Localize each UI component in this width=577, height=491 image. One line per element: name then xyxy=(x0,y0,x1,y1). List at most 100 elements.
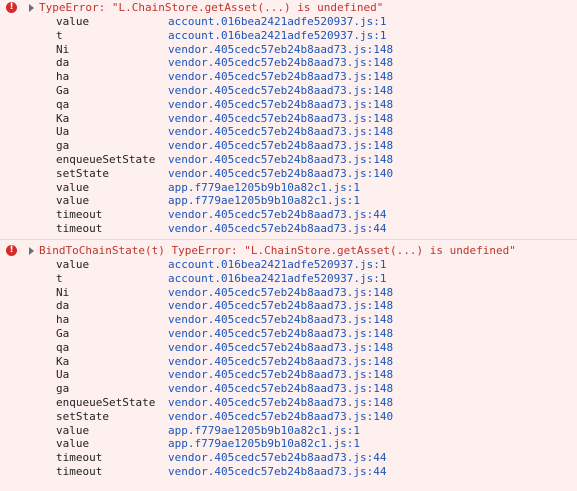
stack-frame: da vendor.405cedc57eb24b8aad73.js:148 xyxy=(0,56,577,70)
stack-frame: Ua vendor.405cedc57eb24b8aad73.js:148 xyxy=(0,368,577,382)
frame-function: ga xyxy=(56,382,70,396)
stack-frame: timeout vendor.405cedc57eb24b8aad73.js:44 xyxy=(0,465,577,479)
frame-source-link[interactable]: vendor.405cedc57eb24b8aad73.js:148 xyxy=(168,125,393,139)
frame-function: setState xyxy=(56,166,109,180)
frame-function: timeout xyxy=(56,221,103,235)
triangle-right-icon[interactable] xyxy=(29,247,34,255)
frame-function: timeout xyxy=(56,464,103,478)
frame-function: t xyxy=(56,28,63,42)
stack-frame: qa vendor.405cedc57eb24b8aad73.js:148 xyxy=(0,341,577,355)
stack-trace: value account.016bea2421adfe520937.js:1 t… xyxy=(0,15,577,236)
frame-function: value xyxy=(56,437,90,451)
frame-source-link[interactable]: vendor.405cedc57eb24b8aad73.js:148 xyxy=(168,70,393,84)
frame-source-link[interactable]: account.016bea2421adfe520937.js:1 xyxy=(168,15,387,29)
frame-source-link[interactable]: vendor.405cedc57eb24b8aad73.js:148 xyxy=(168,368,393,382)
frame-source-link[interactable]: account.016bea2421adfe520937.js:1 xyxy=(168,29,387,43)
stack-frame: value app.f779ae1205b9b10a82c1.js:1 xyxy=(0,194,577,208)
frame-function: enqueueSetState xyxy=(56,152,156,166)
stack-frame: setState vendor.405cedc57eb24b8aad73.js:1… xyxy=(0,410,577,424)
frame-source-link[interactable]: vendor.405cedc57eb24b8aad73.js:148 xyxy=(168,355,393,369)
error-header[interactable]: ! BindToChainState(t) TypeError: "L.Chai… xyxy=(0,244,577,258)
frame-source-link[interactable]: vendor.405cedc57eb24b8aad73.js:148 xyxy=(168,327,393,341)
frame-source-link[interactable]: vendor.405cedc57eb24b8aad73.js:148 xyxy=(168,299,393,313)
frame-function: Ga xyxy=(56,326,70,340)
stack-frame: timeout vendor.405cedc57eb24b8aad73.js:44 xyxy=(0,222,577,236)
frame-source-link[interactable]: vendor.405cedc57eb24b8aad73.js:44 xyxy=(168,208,387,222)
stack-frame: ga vendor.405cedc57eb24b8aad73.js:148 xyxy=(0,382,577,396)
frame-function: value xyxy=(56,15,90,28)
stack-frame: setState vendor.405cedc57eb24b8aad73.js:1… xyxy=(0,167,577,181)
console-panel: ! TypeError: "L.ChainStore.getAsset(...)… xyxy=(0,0,577,491)
frame-source-link[interactable]: vendor.405cedc57eb24b8aad73.js:148 xyxy=(168,396,393,410)
stack-frame: enqueueSetState vendor.405cedc57eb24b8aad… xyxy=(0,396,577,410)
frame-source-link[interactable]: app.f779ae1205b9b10a82c1.js:1 xyxy=(168,181,360,195)
frame-function: ga xyxy=(56,139,70,153)
frame-source-link[interactable]: vendor.405cedc57eb24b8aad73.js:44 xyxy=(168,465,387,479)
stack-frame: Ga vendor.405cedc57eb24b8aad73.js:148 xyxy=(0,327,577,341)
stack-frame: ha vendor.405cedc57eb24b8aad73.js:148 xyxy=(0,70,577,84)
frame-source-link[interactable]: vendor.405cedc57eb24b8aad73.js:148 xyxy=(168,341,393,355)
frame-source-link[interactable]: vendor.405cedc57eb24b8aad73.js:148 xyxy=(168,286,393,300)
stack-frame: Ka vendor.405cedc57eb24b8aad73.js:148 xyxy=(0,112,577,126)
frame-function: Ni xyxy=(56,42,70,56)
stack-frame: value account.016bea2421adfe520937.js:1 xyxy=(0,15,577,29)
frame-function: value xyxy=(56,423,90,437)
frame-source-link[interactable]: app.f779ae1205b9b10a82c1.js:1 xyxy=(168,194,360,208)
frame-function: Ua xyxy=(56,125,70,139)
stack-frame: Ni vendor.405cedc57eb24b8aad73.js:148 xyxy=(0,43,577,57)
stack-frame: Ni vendor.405cedc57eb24b8aad73.js:148 xyxy=(0,286,577,300)
frame-source-link[interactable]: account.016bea2421adfe520937.js:1 xyxy=(168,258,387,272)
frame-function: Ga xyxy=(56,83,70,97)
frame-source-link[interactable]: vendor.405cedc57eb24b8aad73.js:148 xyxy=(168,43,393,57)
frame-source-link[interactable]: app.f779ae1205b9b10a82c1.js:1 xyxy=(168,437,360,451)
frame-source-link[interactable]: vendor.405cedc57eb24b8aad73.js:148 xyxy=(168,56,393,70)
error-circle-icon: ! xyxy=(6,245,17,256)
frame-source-link[interactable]: account.016bea2421adfe520937.js:1 xyxy=(168,272,387,286)
stack-frame: ha vendor.405cedc57eb24b8aad73.js:148 xyxy=(0,313,577,327)
stack-frame: da vendor.405cedc57eb24b8aad73.js:148 xyxy=(0,299,577,313)
frame-source-link[interactable]: app.f779ae1205b9b10a82c1.js:1 xyxy=(168,424,360,438)
error-entry: ! TypeError: "L.ChainStore.getAsset(...)… xyxy=(0,0,577,239)
frame-function: qa xyxy=(56,340,70,354)
frame-source-link[interactable]: vendor.405cedc57eb24b8aad73.js:140 xyxy=(168,167,393,181)
frame-function: qa xyxy=(56,97,70,111)
frame-source-link[interactable]: vendor.405cedc57eb24b8aad73.js:148 xyxy=(168,112,393,126)
stack-frame: timeout vendor.405cedc57eb24b8aad73.js:44 xyxy=(0,208,577,222)
stack-frame: value app.f779ae1205b9b10a82c1.js:1 xyxy=(0,424,577,438)
frame-source-link[interactable]: vendor.405cedc57eb24b8aad73.js:148 xyxy=(168,382,393,396)
stack-frame: value account.016bea2421adfe520937.js:1 xyxy=(0,258,577,272)
frame-source-link[interactable]: vendor.405cedc57eb24b8aad73.js:148 xyxy=(168,153,393,167)
frame-function: da xyxy=(56,56,70,70)
frame-source-link[interactable]: vendor.405cedc57eb24b8aad73.js:148 xyxy=(168,313,393,327)
frame-function: value xyxy=(56,180,90,194)
stack-trace: value account.016bea2421adfe520937.js:1 t… xyxy=(0,258,577,479)
frame-function: setState xyxy=(56,409,109,423)
stack-frame: qa vendor.405cedc57eb24b8aad73.js:148 xyxy=(0,98,577,112)
frame-source-link[interactable]: vendor.405cedc57eb24b8aad73.js:148 xyxy=(168,98,393,112)
stack-frame: enqueueSetState vendor.405cedc57eb24b8aad… xyxy=(0,153,577,167)
frame-function: da xyxy=(56,299,70,313)
frame-function: Ka xyxy=(56,354,70,368)
frame-function: Ni xyxy=(56,285,70,299)
frame-function: ha xyxy=(56,313,70,327)
frame-function: Ka xyxy=(56,111,70,125)
stack-frame: t account.016bea2421adfe520937.js:1 xyxy=(0,29,577,43)
error-header[interactable]: ! TypeError: "L.ChainStore.getAsset(...)… xyxy=(0,1,577,15)
frame-source-link[interactable]: vendor.405cedc57eb24b8aad73.js:140 xyxy=(168,410,393,424)
stack-frame: Ua vendor.405cedc57eb24b8aad73.js:148 xyxy=(0,125,577,139)
frame-source-link[interactable]: vendor.405cedc57eb24b8aad73.js:44 xyxy=(168,451,387,465)
frame-source-link[interactable]: vendor.405cedc57eb24b8aad73.js:44 xyxy=(168,222,387,236)
stack-frame: value app.f779ae1205b9b10a82c1.js:1 xyxy=(0,181,577,195)
stack-frame: t account.016bea2421adfe520937.js:1 xyxy=(0,272,577,286)
triangle-right-icon[interactable] xyxy=(29,4,34,12)
frame-function: timeout xyxy=(56,451,103,465)
frame-function: Ua xyxy=(56,368,70,382)
frame-function: t xyxy=(56,271,63,285)
stack-frame: Ka vendor.405cedc57eb24b8aad73.js:148 xyxy=(0,355,577,369)
stack-frame: timeout vendor.405cedc57eb24b8aad73.js:44 xyxy=(0,451,577,465)
frame-function: enqueueSetState xyxy=(56,395,156,409)
error-message: TypeError: "L.ChainStore.getAsset(...) i… xyxy=(39,1,384,14)
stack-frame: value app.f779ae1205b9b10a82c1.js:1 xyxy=(0,437,577,451)
frame-source-link[interactable]: vendor.405cedc57eb24b8aad73.js:148 xyxy=(168,139,393,153)
frame-source-link[interactable]: vendor.405cedc57eb24b8aad73.js:148 xyxy=(168,84,393,98)
